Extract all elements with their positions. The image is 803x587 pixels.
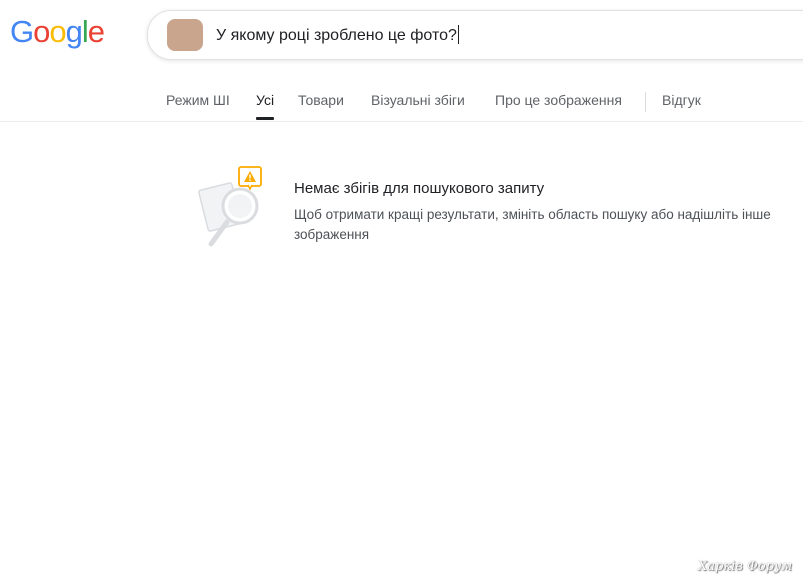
tab-about-image[interactable]: Про це зображення [495, 92, 622, 120]
magnifier-warning-icon [198, 166, 262, 247]
tab-ai-mode[interactable]: Режим ШІ [166, 92, 230, 120]
search-tabs: Режим ШІ Усі Товари Візуальні збіги Про … [0, 92, 803, 122]
tab-visual-matches[interactable]: Візуальні збіги [371, 92, 465, 120]
google-logo[interactable]: Google [10, 14, 105, 49]
warning-icon [238, 166, 262, 191]
logo-letter-o2: o [49, 14, 66, 49]
logo-letter-o1: o [33, 14, 50, 49]
query-image-thumbnail[interactable] [167, 19, 203, 51]
search-box[interactable]: У якому році зроблено це фото? ✕ [147, 10, 803, 60]
watermark: Харків Форум [698, 559, 793, 574]
no-results-title: Немає збігів для пошукового запиту [294, 180, 545, 197]
logo-letter-e: e [87, 14, 105, 49]
logo-letter-g: G [10, 14, 34, 49]
tabs-divider [645, 92, 646, 112]
search-input[interactable]: У якому році зроблено це фото? [216, 25, 459, 45]
tab-feedback[interactable]: Відгук [662, 92, 701, 120]
tab-all[interactable]: Усі [256, 92, 275, 120]
no-results-description: Щоб отримати кращі результати, змініть о… [294, 207, 771, 242]
tab-products[interactable]: Товари [298, 92, 344, 120]
logo-letter-g2: g [65, 14, 83, 49]
header-divider [0, 121, 803, 122]
